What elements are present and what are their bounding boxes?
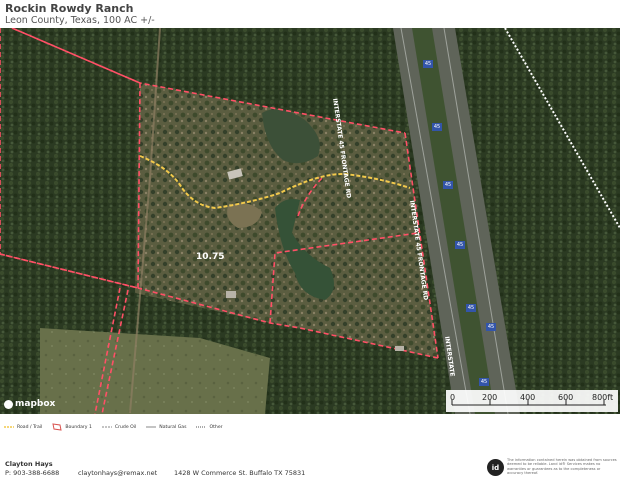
legend-item-boundary: Boundary 1: [52, 423, 92, 431]
legend-label: Boundary 1: [65, 424, 92, 430]
map-canvas: [0, 28, 620, 414]
mapbox-label: mapbox: [15, 399, 56, 409]
interstate-shield-icon: 45: [423, 60, 433, 68]
crude-oil-line-icon: [101, 426, 112, 428]
map-subtitle: Leon County, Texas, 100 AC +/-: [5, 15, 155, 26]
scale-tick: 0: [450, 393, 456, 402]
building-south: [226, 291, 236, 298]
interstate-shield-icon: 45: [479, 378, 489, 386]
interstate-shield-icon: 45: [432, 123, 442, 131]
legend-item-road-trail: Road / Trail: [4, 425, 42, 430]
map-title: Rockin Rowdy Ranch: [5, 2, 134, 15]
legend-item-crude-oil: Crude Oil: [101, 424, 137, 430]
mapbox-attribution[interactable]: mapbox: [4, 399, 55, 409]
interstate-shield-icon: 45: [455, 241, 465, 249]
interstate-shield-icon: 45: [443, 181, 453, 189]
disclaimer-text: The information contained herein was obt…: [507, 458, 617, 476]
mapbox-logo-icon: [4, 399, 13, 409]
agent-phone[interactable]: P: 903-388-6688: [5, 469, 59, 477]
legend-label: Crude Oil: [114, 424, 137, 430]
boundary-polygon-icon: [52, 423, 63, 431]
interstate-shield-icon: 45: [486, 323, 496, 331]
agent-email[interactable]: claytonhays@remax.net: [78, 469, 157, 477]
map-legend: Road / Trail Boundary 1 Crude Oil Natura…: [4, 421, 223, 433]
legend-item-other: Other: [196, 424, 223, 430]
scale-tick: 200: [482, 393, 498, 402]
agent-name: Clayton Hays: [5, 460, 53, 468]
scale-tick: 600: [558, 393, 574, 402]
interstate-shield-icon: 45: [466, 304, 476, 312]
scale-bar: 0 200 400 600 800ft: [446, 390, 618, 412]
natural-gas-line-icon: [146, 426, 157, 428]
legend-label: Natural Gas: [159, 424, 187, 430]
building-east: [395, 346, 404, 351]
satellite-map[interactable]: 10.75 INTERSTATE 45 FRONTAGE RD INTERSTA…: [0, 28, 620, 414]
scale-tick: 400: [520, 393, 536, 402]
parcel-label: 10.75: [196, 252, 225, 262]
other-line-icon: [196, 426, 207, 428]
legend-label: Other: [209, 424, 223, 430]
legend-label: Road / Trail: [17, 424, 43, 430]
agent-address: 1428 W Commerce St. Buffalo TX 75831: [174, 469, 306, 477]
scale-tick: 800ft: [592, 393, 614, 402]
legend-item-natural-gas: Natural Gas: [146, 425, 186, 430]
road-trail-icon: [4, 426, 14, 428]
landid-logo-icon: id: [487, 459, 504, 476]
